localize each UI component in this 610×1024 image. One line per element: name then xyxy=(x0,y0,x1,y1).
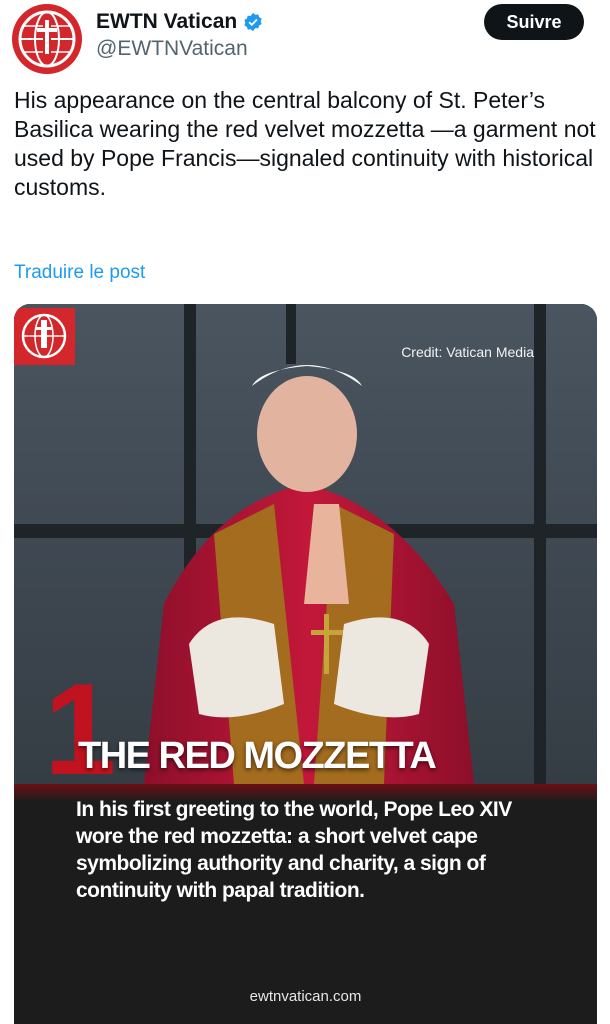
display-name[interactable]: EWTN Vatican xyxy=(96,8,237,36)
media-headline: THE RED MOZZETTA xyxy=(78,735,437,777)
verified-badge-icon xyxy=(244,12,262,32)
tweet-media-image[interactable]: Credit: Vatican Media 1 THE RED MOZZETTA… xyxy=(14,304,597,1024)
ewtn-logo-icon xyxy=(18,10,76,68)
account-handle[interactable]: @EWTNVatican xyxy=(96,37,248,61)
tweet-header: EWTN Vatican @EWTNVatican Suivre xyxy=(0,0,610,80)
avatar[interactable] xyxy=(12,4,82,74)
translate-post-link[interactable]: Traduire le post xyxy=(14,262,145,284)
tweet-text: His appearance on the central balcony of… xyxy=(14,87,596,200)
source-site: ewtnvatican.com xyxy=(249,988,362,1005)
follow-button[interactable]: Suivre xyxy=(484,4,584,40)
name-row: EWTN Vatican xyxy=(96,8,263,36)
media-caption: In his first greeting to the world, Pope… xyxy=(76,798,512,902)
photo-credit: Credit: Vatican Media xyxy=(401,344,534,360)
ewtn-watermark-icon xyxy=(14,308,75,365)
